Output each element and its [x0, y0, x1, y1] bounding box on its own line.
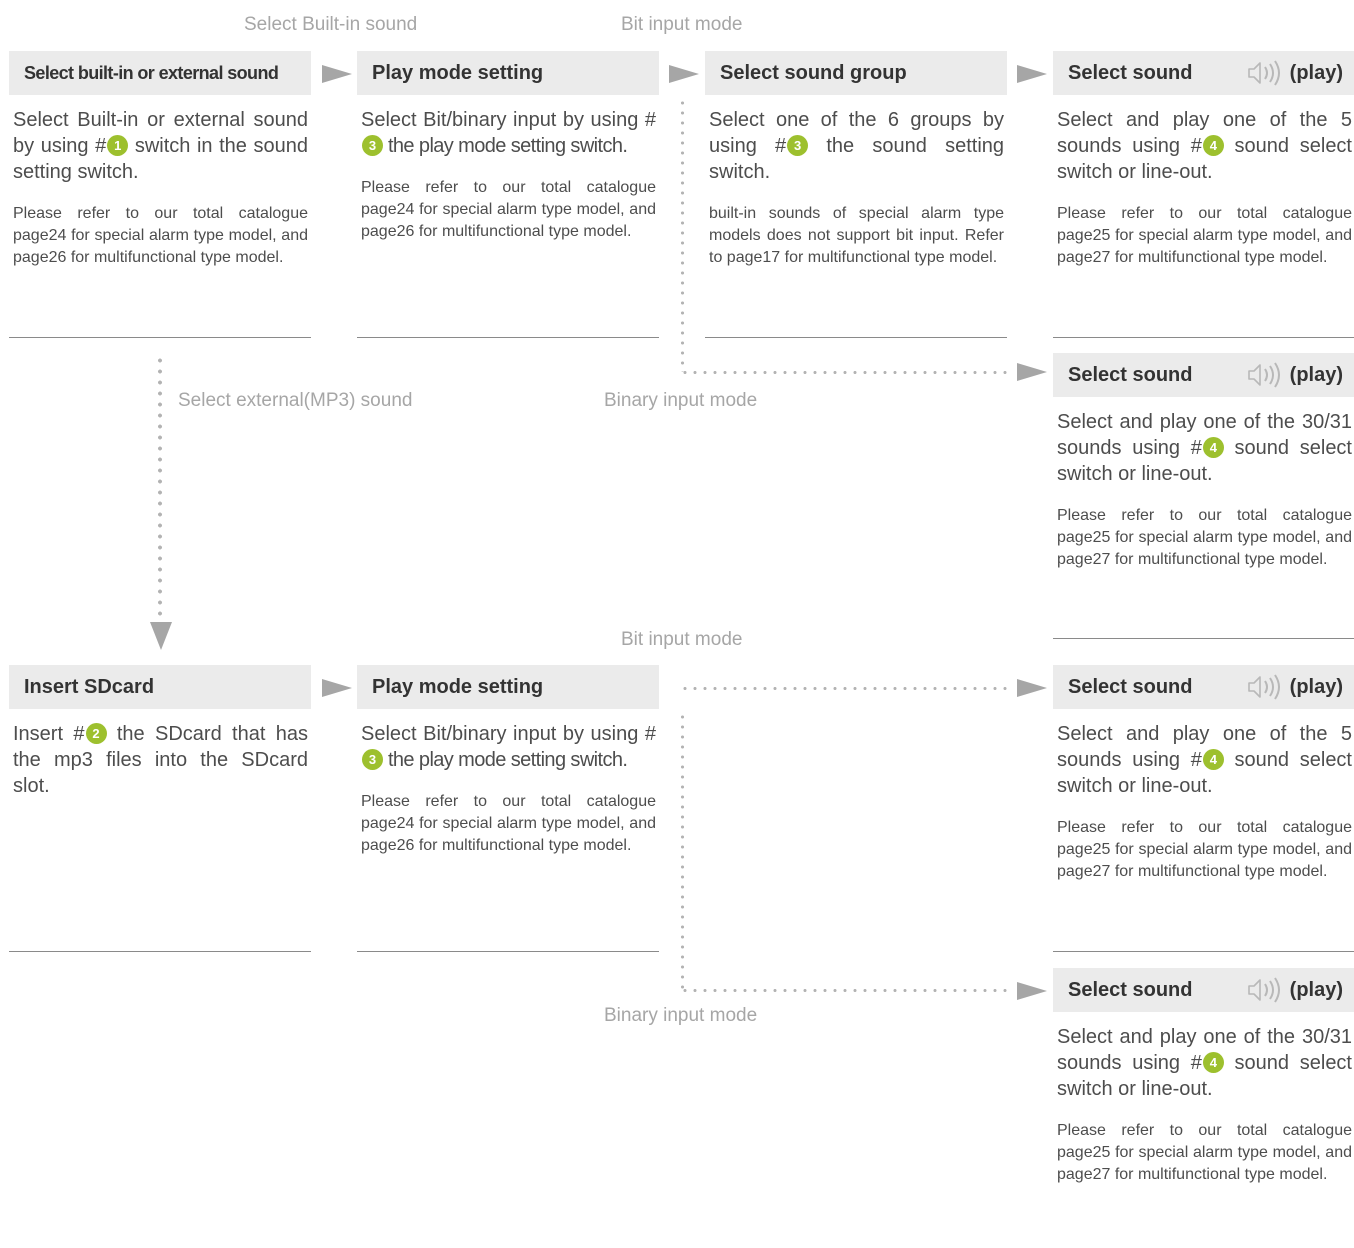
card-sound-group: Select sound group Select one of the 6 g…: [705, 51, 1007, 269]
divider: [9, 337, 311, 338]
card-title: Select sound: [1068, 363, 1193, 386]
dotted-connector: [680, 371, 1010, 374]
number-badge: 4: [1202, 437, 1224, 458]
number-badge: 4: [1202, 135, 1224, 156]
card-title: Insert SDcard: [24, 675, 155, 698]
flow-label-builtin: Select Built-in sound: [244, 14, 418, 35]
flow-label-bit-lower: Bit input mode: [621, 629, 743, 650]
card-header: Play mode setting: [357, 51, 659, 95]
card-header: Select sound group: [705, 51, 1007, 95]
divider: [9, 951, 311, 952]
card-insert-sdcard: Insert SDcard Insert #2 the SDcard that …: [9, 665, 311, 799]
dotted-connector: [158, 355, 162, 617]
play-label: (play): [1289, 61, 1343, 84]
text: Select Bit/binary input by using #: [361, 723, 656, 745]
number-badge: 1: [107, 135, 129, 156]
card-title: Select sound group: [720, 61, 907, 84]
card-note: Please refer to our total catalogue page…: [361, 179, 656, 240]
card-header: Select sound (play): [1053, 353, 1354, 397]
card-header: Select sound (play): [1053, 665, 1354, 709]
speaker-icon: [1247, 977, 1280, 1003]
card-header: Play mode setting: [357, 665, 659, 709]
card-play-mode-bottom: Play mode setting Select Bit/binary inpu…: [357, 665, 659, 857]
flow-label-binary-bottom: Binary input mode: [604, 1005, 758, 1026]
card-header: Select sound (play): [1053, 51, 1354, 95]
divider: [357, 951, 659, 952]
card-note: Please refer to our total catalogue page…: [1057, 819, 1352, 880]
card-note: built-in sounds of special alarm type mo…: [709, 205, 1004, 266]
number-badge: 3: [787, 135, 809, 156]
arrow-right: [322, 679, 352, 697]
speaker-icon: [1247, 674, 1280, 700]
number-badge: 3: [362, 749, 383, 770]
arrow-right: [1017, 65, 1047, 83]
play-label: (play): [1289, 675, 1343, 698]
arrow-right: [1017, 679, 1047, 697]
card-select-sound-3: Select sound (play) Select and play one …: [1053, 665, 1354, 883]
card-note: Please refer to our total catalogue page…: [1057, 507, 1352, 568]
card-note: Please refer to our total catalogue page…: [1057, 1122, 1352, 1183]
card-main-text: Select and play one of the 5 sounds usin…: [1057, 107, 1352, 185]
card-select-sound-4: Select sound (play) Select and play one …: [1053, 968, 1354, 1186]
arrow-right: [669, 65, 699, 83]
card-main-text: Select and play one of the 30/31 sounds …: [1057, 409, 1352, 487]
card-main-text: Select Bit/binary input by using # 3 the …: [361, 107, 656, 159]
card-title: Select sound: [1068, 978, 1193, 1001]
card-select-sound-1: Select sound (play) Select and play one …: [1053, 51, 1354, 269]
card-main-text: Select Built-in or external sound by usi…: [13, 107, 308, 185]
card-main-text: Insert #2 the SDcard that has the mp3 fi…: [13, 721, 308, 799]
card-header: Select sound (play): [1053, 968, 1354, 1012]
card-select-source: Select built-in or external sound Select…: [9, 51, 311, 269]
card-main-text: Select one of the 6 groups by using #3 t…: [709, 107, 1004, 185]
text: Select Bit/binary input by using #: [361, 109, 656, 131]
dotted-connector: [681, 98, 684, 372]
play-indicator: (play): [1246, 360, 1343, 390]
play-indicator: (play): [1246, 975, 1343, 1005]
arrow-right: [1017, 363, 1047, 381]
card-note: Please refer to our total catalogue page…: [361, 793, 656, 854]
number-badge: 4: [1202, 749, 1224, 770]
divider: [1053, 951, 1354, 952]
text: Insert #: [13, 723, 85, 745]
card-header: Select built-in or external sound: [9, 51, 311, 95]
card-title: Play mode setting: [372, 61, 544, 84]
card-title: Select sound: [1068, 61, 1193, 84]
speaker-icon: [1247, 60, 1280, 86]
card-main-text: Select Bit/binary input by using # 3 the …: [361, 721, 656, 773]
card-note: Please refer to our total catalogue page…: [1057, 205, 1352, 266]
card-main-text: Select and play one of the 5 sounds usin…: [1057, 721, 1352, 799]
text: the play mode setting switch.: [383, 749, 628, 771]
card-play-mode-top: Play mode setting Select Bit/binary inpu…: [357, 51, 659, 243]
card-main-text: Select and play one of the 30/31 sounds …: [1057, 1024, 1352, 1102]
number-badge: 3: [362, 135, 383, 156]
play-indicator: (play): [1246, 672, 1343, 702]
divider: [705, 337, 1007, 338]
number-badge: 4: [1202, 1052, 1224, 1073]
text: the play mode setting switch.: [383, 135, 628, 157]
card-title: Select sound: [1068, 675, 1193, 698]
divider: [357, 337, 659, 338]
divider: [1053, 337, 1354, 338]
number-badge: 2: [85, 723, 107, 744]
flow-label-external: Select external(MP3) sound: [178, 390, 413, 411]
arrow-down: [150, 622, 172, 650]
divider: [1053, 638, 1354, 639]
arrow-right: [322, 65, 352, 83]
card-select-sound-2: Select sound (play) Select and play one …: [1053, 353, 1354, 571]
card-note: Please refer to our total catalogue page…: [13, 205, 308, 266]
play-label: (play): [1289, 978, 1343, 1001]
card-header: Insert SDcard: [9, 665, 311, 709]
arrow-right: [1017, 982, 1047, 1000]
card-title: Play mode setting: [372, 675, 544, 698]
dotted-connector: [680, 687, 1010, 690]
dotted-connector: [680, 989, 1010, 992]
speaker-icon: [1247, 362, 1280, 388]
play-indicator: (play): [1246, 58, 1343, 88]
flow-label-binary-mid: Binary input mode: [604, 390, 758, 411]
card-title: Select built-in or external sound: [24, 62, 279, 83]
dotted-connector: [681, 712, 684, 990]
flow-label-bit-top: Bit input mode: [621, 14, 743, 35]
play-label: (play): [1289, 363, 1343, 386]
